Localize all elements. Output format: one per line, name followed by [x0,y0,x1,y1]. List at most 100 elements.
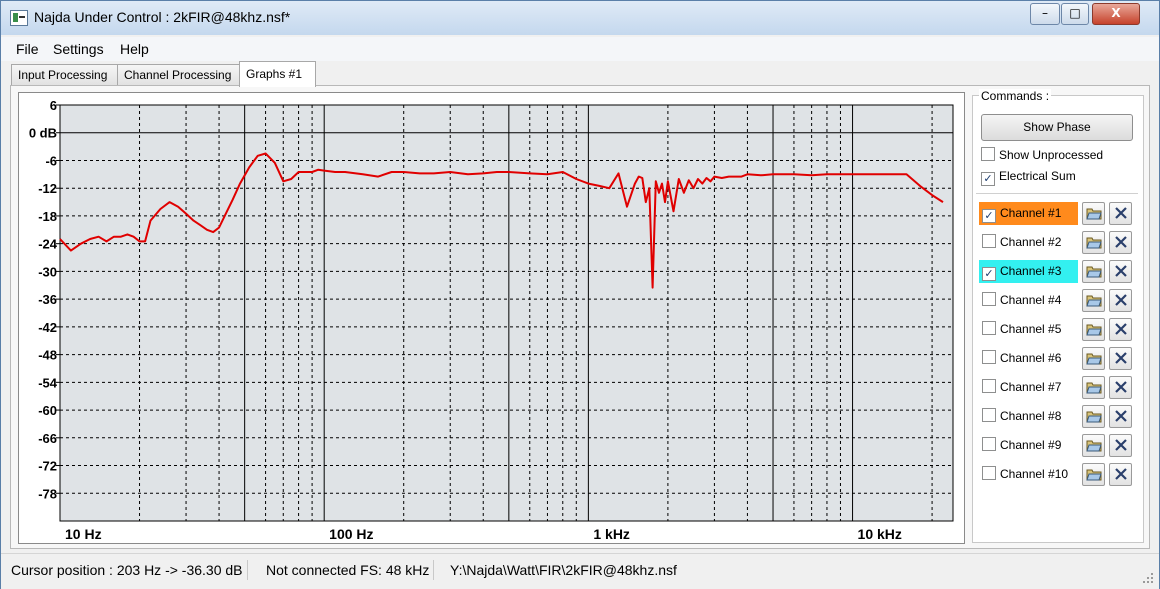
y-tick-label: -72 [38,459,57,474]
menu-file[interactable]: File [16,41,39,57]
channel-row-9[interactable]: Channel #9 [979,434,1078,457]
close-button[interactable]: X [1092,3,1140,25]
channel-label: Channel #10 [1000,467,1069,481]
y-tick-label: -30 [38,264,57,279]
open-folder-icon[interactable] [1082,405,1105,428]
channel-label: Channel #1 [1000,206,1062,220]
checkbox-box[interactable] [982,408,996,422]
file-path-status: Y:\Najda\Watt\FIR\2kFIR@48khz.nsf [450,562,677,578]
clear-icon[interactable] [1109,231,1132,254]
checkbox-box[interactable] [982,437,996,451]
clear-icon[interactable] [1109,376,1132,399]
clear-icon[interactable] [1109,318,1132,341]
y-tick-label: -48 [38,348,57,363]
tab-channel-processing[interactable]: Channel Processing [117,64,240,86]
open-folder-icon[interactable] [1082,231,1105,254]
clear-icon[interactable] [1109,434,1132,457]
clear-icon[interactable] [1109,289,1132,312]
channel-label: Channel #3 [1000,264,1062,278]
checkbox-checked[interactable]: ✓ [982,267,996,281]
tab-graphs-1[interactable]: Graphs #1 [239,61,316,87]
channel-row-4[interactable]: Channel #4 [979,289,1078,312]
channel-row-10[interactable]: Channel #10 [979,463,1078,486]
channel-row-1[interactable]: ✓ Channel #1 [979,202,1078,225]
checkbox-box[interactable] [982,466,996,480]
channel-label: Channel #5 [1000,322,1062,336]
y-tick-label: 6 [50,98,57,113]
clear-icon[interactable] [1109,260,1132,283]
y-tick-label: -24 [38,237,58,252]
app-window: Najda Under Control : 2kFIR@48khz.nsf* –… [0,0,1160,589]
graph-frame: 6 0 dB -6 -12 -18 -24 -30 -36 -42 -48 -54 -60 -66 -72… [18,92,965,544]
x-tick-label: 10 Hz [65,526,102,542]
y-tick-label: -66 [38,431,57,446]
clear-icon[interactable] [1109,463,1132,486]
open-folder-icon[interactable] [1082,260,1105,283]
show-phase-button[interactable]: Show Phase [981,114,1133,141]
maximize-button[interactable]: □ [1061,3,1089,25]
channel-label: Channel #6 [1000,351,1062,365]
channel-label: Channel #2 [1000,235,1062,249]
window-title: Najda Under Control : 2kFIR@48khz.nsf* [34,9,291,25]
channel-label: Channel #4 [1000,293,1062,307]
frequency-response-graph[interactable]: 6 0 dB -6 -12 -18 -24 -30 -36 -42 -48 -54 -60 -66 -72… [19,93,964,543]
y-tick-label: -6 [45,153,57,168]
open-folder-icon[interactable] [1082,463,1105,486]
open-folder-icon[interactable] [1082,202,1105,225]
clear-icon[interactable] [1109,405,1132,428]
channel-label: Channel #8 [1000,409,1062,423]
app-icon [10,10,28,26]
channel-label: Channel #9 [1000,438,1062,452]
channel-row-7[interactable]: Channel #7 [979,376,1078,399]
channel-row-8[interactable]: Channel #8 [979,405,1078,428]
x-tick-label: 1 kHz [593,526,630,542]
show-unprocessed-checkbox[interactable]: Show Unprocessed [981,146,1103,164]
y-tick-label: -12 [38,181,57,196]
channel-row-2[interactable]: Channel #2 [979,231,1078,254]
minimize-button[interactable]: – [1030,3,1060,25]
commands-separator [976,193,1138,194]
menu-bar: File Settings Help [1,37,1159,61]
clear-icon[interactable] [1109,202,1132,225]
clear-icon[interactable] [1109,347,1132,370]
menu-settings[interactable]: Settings [53,41,104,57]
checkbox-checked[interactable]: ✓ [981,172,995,186]
y-tick-label: -60 [38,403,57,418]
checkbox-box[interactable] [981,147,995,161]
channel-row-3[interactable]: ✓ Channel #3 [979,260,1078,283]
y-tick-label: -36 [38,292,57,307]
open-folder-icon[interactable] [1082,318,1105,341]
title-bar[interactable]: Najda Under Control : 2kFIR@48khz.nsf* –… [1,1,1159,35]
y-tick-label: 0 dB [29,126,57,141]
y-tick-label: -42 [38,320,57,335]
x-tick-label: 10 kHz [858,526,902,542]
channel-row-6[interactable]: Channel #6 [979,347,1078,370]
menu-help[interactable]: Help [120,41,149,57]
open-folder-icon[interactable] [1082,434,1105,457]
channel-row-5[interactable]: Channel #5 [979,318,1078,341]
commands-label: Commands : [979,89,1052,103]
x-tick-label: 100 Hz [329,526,373,542]
resize-grip-icon[interactable] [1143,573,1153,583]
electrical-sum-checkbox[interactable]: ✓ Electrical Sum [981,167,1076,186]
y-tick-label: -54 [38,375,58,390]
channel-label: Channel #7 [1000,380,1062,394]
show-unprocessed-label: Show Unprocessed [999,148,1104,162]
open-folder-icon[interactable] [1082,376,1105,399]
open-folder-icon[interactable] [1082,289,1105,312]
tab-input-processing[interactable]: Input Processing [11,64,118,86]
checkbox-box[interactable] [982,234,996,248]
status-bar: Cursor position : 203 Hz -> -36.30 dB No… [1,553,1159,589]
y-tick-label: -18 [38,209,57,224]
electrical-sum-label: Electrical Sum [999,169,1076,183]
checkbox-box[interactable] [982,321,996,335]
plot-area [59,104,954,522]
checkbox-box[interactable] [982,350,996,364]
connection-status: Not connected FS: 48 kHz [262,560,435,580]
checkbox-box[interactable] [982,292,996,306]
open-folder-icon[interactable] [1082,347,1105,370]
checkbox-box[interactable] [982,379,996,393]
y-tick-label: -78 [38,486,57,501]
cursor-position-status: Cursor position : 203 Hz -> -36.30 dB [7,560,248,580]
checkbox-checked[interactable]: ✓ [982,209,996,223]
